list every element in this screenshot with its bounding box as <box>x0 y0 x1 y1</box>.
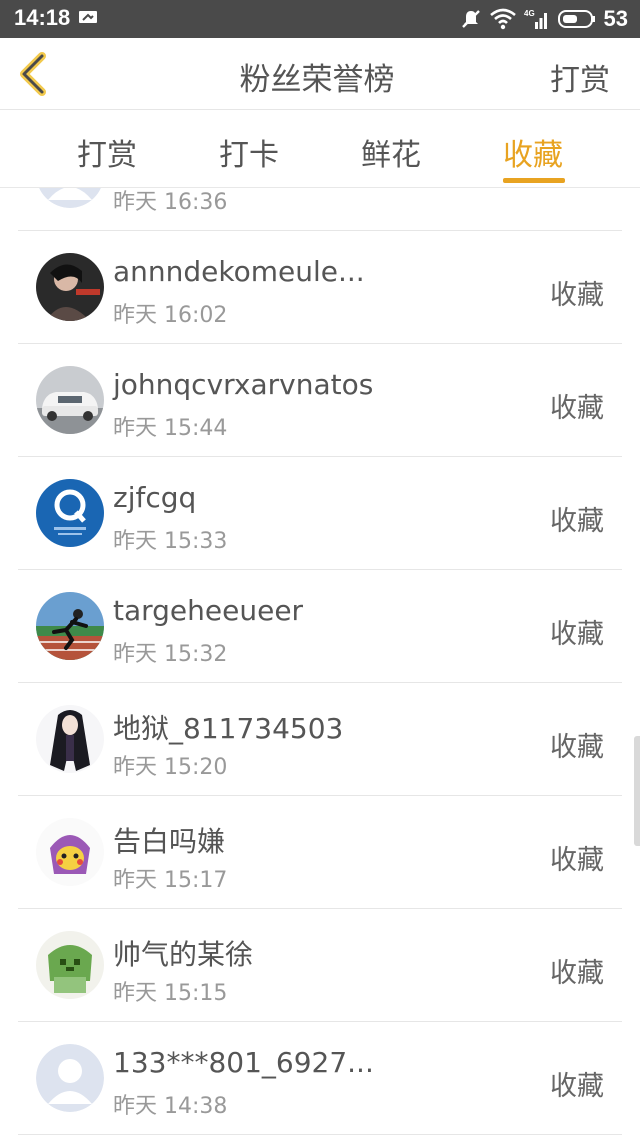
list-item[interactable]: 昨天 16:36 <box>18 188 622 231</box>
timestamp: 昨天 15:20 <box>113 755 228 780</box>
avatar <box>36 188 104 208</box>
status-bar: 14:18 4G 53 <box>0 0 640 38</box>
list-item[interactable]: zjfcgq 昨天 15:33 收藏 <box>18 457 622 570</box>
user-name: 地狱_811734503 <box>113 712 344 745</box>
status-time: 14:18 <box>14 5 71 30</box>
favorite-action[interactable]: 收藏 <box>550 273 604 312</box>
wifi-icon <box>489 8 516 30</box>
photo-avatar-icon <box>36 253 104 321</box>
favorite-action[interactable]: 收藏 <box>550 725 604 764</box>
avatar <box>36 479 104 547</box>
timestamp: 昨天 15:33 <box>113 529 228 554</box>
chevron-left-icon <box>20 52 46 96</box>
signal-icon: 4G <box>524 9 547 29</box>
list-item[interactable]: 133***801_6927... 昨天 14:38 收藏 <box>18 1022 622 1135</box>
header: 粉丝荣誉榜 打赏 <box>0 38 640 110</box>
timestamp: 昨天 16:36 <box>113 190 228 215</box>
list-item[interactable]: 帅气的某徐 昨天 15:15 收藏 <box>18 909 622 1022</box>
user-name: annndekomeule... <box>113 255 365 288</box>
user-name: johnqcvrxarvnatos <box>113 368 374 401</box>
reward-button[interactable]: 打赏 <box>550 55 610 99</box>
back-button[interactable] <box>14 50 54 98</box>
avatar <box>36 931 104 999</box>
avatar <box>36 705 104 773</box>
avatar <box>36 592 104 660</box>
list-item[interactable]: 地狱_811734503 昨天 15:20 收藏 <box>18 683 622 796</box>
network-type: 4G <box>524 9 535 18</box>
car-avatar-icon <box>36 366 104 434</box>
user-name: 告白吗嫌 <box>113 825 226 858</box>
timestamp: 昨天 15:15 <box>113 981 228 1006</box>
list-item[interactable]: 告白吗嫌 昨天 15:17 收藏 <box>18 796 622 909</box>
favorite-action[interactable]: 收藏 <box>550 838 604 877</box>
favorite-action[interactable]: 收藏 <box>550 386 604 425</box>
tab-bar: 打赏 打卡 鲜花 收藏 <box>0 110 640 188</box>
timestamp: 昨天 16:02 <box>113 303 228 328</box>
battery-icon <box>557 10 595 28</box>
favorite-action[interactable]: 收藏 <box>550 612 604 651</box>
tab-flowers[interactable]: 鲜花 <box>341 130 441 174</box>
mute-icon <box>461 10 480 28</box>
list-item[interactable]: johnqcvrxarvnatos 昨天 15:44 收藏 <box>18 344 622 457</box>
page-title: 粉丝荣誉榜 <box>239 62 395 98</box>
list-item[interactable]: annndekomeule... 昨天 16:02 收藏 <box>18 231 622 344</box>
active-tab-indicator <box>503 178 565 183</box>
runner-avatar-icon <box>36 592 104 660</box>
default-avatar-icon <box>36 1044 104 1112</box>
avatar <box>36 818 104 886</box>
green-character-avatar-icon <box>36 931 104 999</box>
timestamp: 昨天 15:17 <box>113 868 228 893</box>
tab-checkin[interactable]: 打卡 <box>199 130 299 174</box>
user-name: zjfcgq <box>113 481 197 514</box>
user-name: targeheeueer <box>113 594 304 627</box>
tab-favorites[interactable]: 收藏 <box>483 130 583 174</box>
favorite-action[interactable]: 收藏 <box>550 499 604 538</box>
tab-reward[interactable]: 打赏 <box>57 130 157 174</box>
list-item[interactable]: targeheeueer 昨天 15:32 收藏 <box>18 570 622 683</box>
favorite-action[interactable]: 收藏 <box>550 951 604 990</box>
notification-icon <box>79 11 97 23</box>
anime-girl-avatar-icon <box>36 705 104 773</box>
default-avatar-icon <box>39 188 101 208</box>
scrollbar[interactable] <box>634 736 640 846</box>
avatar <box>36 366 104 434</box>
avatar <box>36 253 104 321</box>
q-logo-avatar-icon <box>36 479 104 547</box>
fan-list: 昨天 16:36 annndekomeule... 昨天 16:02 收藏 jo… <box>0 188 640 1138</box>
avatar <box>36 1044 104 1112</box>
user-name: 133***801_6927... <box>113 1046 374 1079</box>
user-name: 帅气的某徐 <box>113 938 254 971</box>
timestamp: 昨天 15:32 <box>113 642 228 667</box>
battery-level: 53 <box>603 6 628 31</box>
timestamp: 昨天 15:44 <box>113 416 228 441</box>
favorite-action[interactable]: 收藏 <box>550 1064 604 1103</box>
pikachu-avatar-icon <box>36 818 104 886</box>
timestamp: 昨天 14:38 <box>113 1094 228 1119</box>
